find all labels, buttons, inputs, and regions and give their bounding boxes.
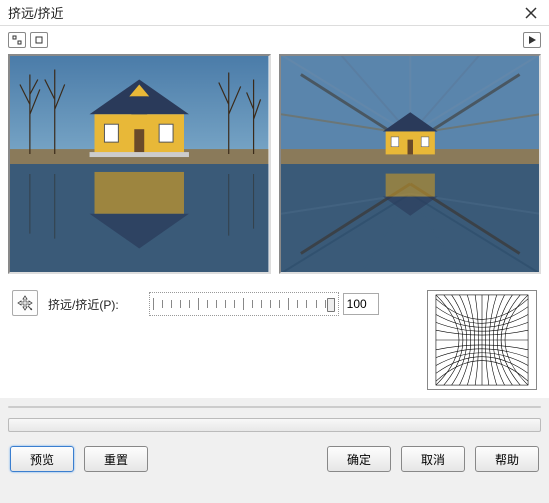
collapse-icon — [34, 35, 44, 45]
pinch-slider[interactable] — [149, 292, 339, 316]
distortion-grid-preview — [427, 290, 537, 390]
play-icon — [527, 35, 537, 45]
footer: 预览 重置 确定 取消 帮助 — [0, 432, 549, 486]
reset-button[interactable]: 重置 — [84, 446, 148, 472]
close-icon — [525, 7, 537, 19]
controls-row: 挤远/挤近(P): — [0, 282, 549, 398]
preview-panes — [0, 54, 549, 282]
close-button[interactable] — [521, 3, 541, 23]
slider-thumb[interactable] — [327, 298, 335, 312]
titlebar: 挤远/挤近 — [0, 0, 549, 26]
preview-original[interactable] — [8, 54, 271, 274]
pan-tool-button[interactable] — [12, 290, 38, 316]
panel-divider — [8, 406, 541, 408]
help-button[interactable]: 帮助 — [475, 446, 539, 472]
view-dual-button[interactable] — [30, 32, 48, 48]
preview-button[interactable]: 预览 — [10, 446, 74, 472]
pan-icon — [17, 295, 33, 311]
cancel-button[interactable]: 取消 — [401, 446, 465, 472]
slider-label: 挤远/挤近(P): — [48, 296, 119, 313]
expand-icon — [12, 35, 22, 45]
window-title: 挤远/挤近 — [8, 3, 64, 22]
preview-result[interactable] — [279, 54, 542, 274]
preview-toolbar — [0, 26, 549, 54]
view-single-button[interactable] — [8, 32, 26, 48]
ok-button[interactable]: 确定 — [327, 446, 391, 472]
original-image — [10, 56, 269, 272]
pinch-value-input[interactable] — [343, 293, 379, 315]
progress-bar — [8, 418, 541, 432]
slider-ticks — [153, 293, 335, 315]
play-button[interactable] — [523, 32, 541, 48]
result-image — [281, 56, 540, 272]
